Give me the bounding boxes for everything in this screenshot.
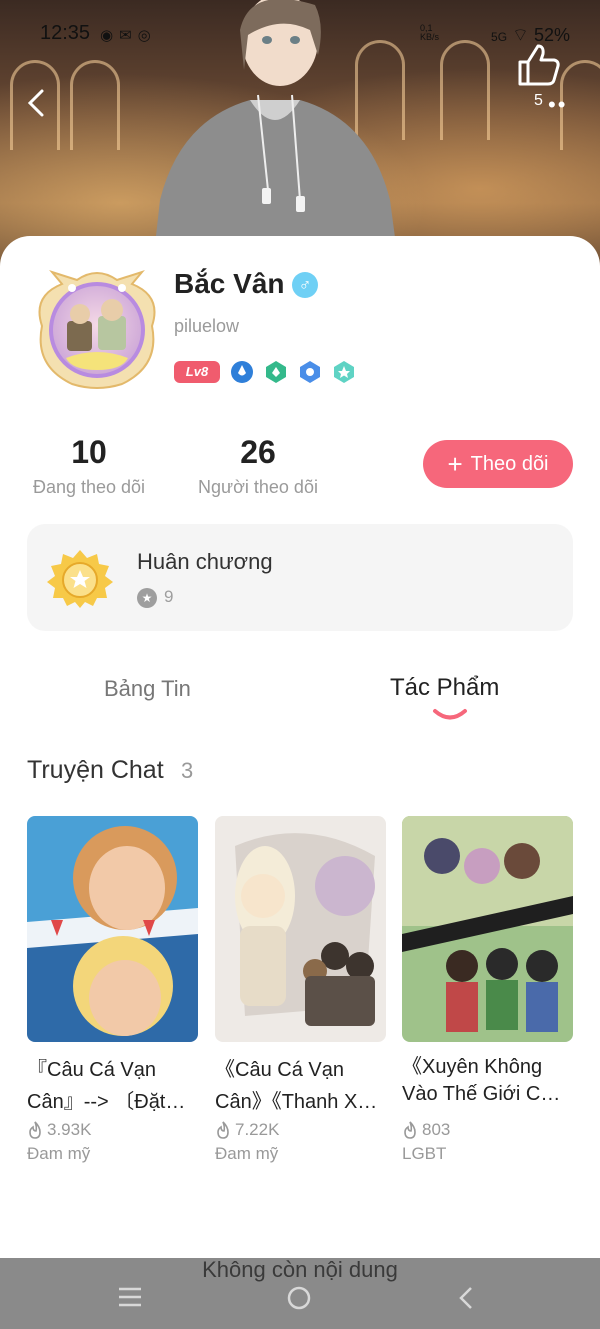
story-view-count: 3.93K (47, 1120, 92, 1139)
story-view-count: 803 (422, 1120, 451, 1139)
profile-name: Bắc Vân (174, 268, 285, 299)
medal-icon (47, 550, 113, 608)
followers-label: Người theo dõi (198, 477, 318, 497)
following-count: 10 (71, 434, 107, 470)
thumbs-up-icon (518, 44, 560, 86)
chevron-left-icon (27, 89, 44, 117)
tab-feed[interactable]: Bảng Tin (104, 676, 191, 702)
story-genre: LGBT (402, 1144, 447, 1163)
male-gender-icon: ♂ (292, 272, 318, 298)
story-title: 《Câu Cá Vạn Cân》《Thanh X… (215, 1059, 378, 1113)
blue-drop-badge-icon[interactable] (230, 360, 254, 384)
active-tab-indicator (433, 709, 467, 720)
avatar[interactable] (32, 266, 162, 392)
system-back-button[interactable] (455, 1286, 485, 1310)
profile-username: piluelow (174, 316, 240, 336)
flame-icon (217, 1121, 229, 1139)
story-views: 7.22K (215, 1120, 386, 1140)
story-cover-image (402, 816, 573, 1042)
avatar-frame (38, 270, 156, 389)
status-bar: 12:35 ◉✉◎ 0,1 KB/s 5G ⌔ 52% (0, 20, 600, 52)
follow-button-label: Theo dõi (470, 452, 549, 475)
story-card[interactable]: 《Câu Cá Vạn Cân》《Thanh X… 7.22K Đam mỹ (215, 816, 386, 1164)
profile-sheet: Bắc Vân ♂ piluelow Lv8 10 Đang theo dõi … (0, 236, 600, 1329)
followers-count: 26 (240, 434, 276, 470)
story-view-count: 7.22K (235, 1120, 280, 1139)
status-time: 12:35 (40, 22, 91, 44)
medals-title: Huân chương (137, 549, 273, 574)
blue-hexagon-badge-icon[interactable] (298, 360, 322, 384)
network-speed: 0,1 KB/s (420, 23, 440, 42)
badge-row: Lv8 (174, 360, 356, 384)
recent-apps-button[interactable] (117, 1286, 147, 1310)
end-of-content-text: Không còn nội dung (202, 1257, 398, 1282)
more-options-icon[interactable]: •• (548, 92, 567, 118)
follow-button[interactable]: + Theo dõi (423, 440, 573, 488)
following-stat[interactable]: 10 Đang theo dõi (22, 434, 156, 498)
following-label: Đang theo dõi (32, 477, 146, 497)
home-circle-icon (287, 1286, 311, 1310)
story-views: 3.93K (27, 1120, 198, 1140)
like-button[interactable] (516, 42, 562, 88)
banner-arch (70, 60, 120, 150)
teal-star-badge-icon[interactable] (332, 360, 356, 384)
story-genre: Đam mỹ (215, 1144, 279, 1163)
followers-stat[interactable]: 26 Người theo dõi (190, 434, 326, 498)
level-badge[interactable]: Lv8 (174, 361, 220, 383)
banner-arch (440, 40, 490, 140)
story-card[interactable]: 『Câu Cá Vạn Cân』--> 〔Đặt Đơ… 3.93K Đam m… (27, 816, 198, 1164)
flame-icon (404, 1121, 416, 1139)
story-title: 《Xuyên Không Vào Thế Giới C… (402, 1056, 561, 1105)
story-cover-image (27, 816, 198, 1042)
signal-label: 5G (491, 30, 508, 44)
story-views: 803 (402, 1120, 573, 1140)
menu-icon (119, 1287, 141, 1307)
like-count: 5 (534, 92, 543, 109)
section-count: 3 (181, 758, 194, 783)
story-genre: Đam mỹ (27, 1144, 91, 1163)
story-card[interactable]: 《Xuyên Không Vào Thế Giới C… 803 LGBT (402, 816, 573, 1164)
medals-count: 9 (164, 587, 174, 606)
flame-icon (29, 1121, 41, 1139)
tab-works[interactable]: Tác Phẩm (390, 674, 499, 702)
story-title: 『Câu Cá Vạn Cân』--> 〔Đặt Đơ… (27, 1059, 166, 1113)
story-cover-image (215, 816, 386, 1042)
green-shield-badge-icon[interactable] (264, 360, 288, 384)
home-button[interactable] (285, 1286, 315, 1310)
notification-icons: ◉✉◎ (100, 27, 157, 44)
plus-icon: + (447, 449, 463, 479)
medals-card[interactable]: Huân chương ★ 9 (27, 524, 573, 631)
chevron-left-icon (459, 1287, 472, 1309)
section-title: Truyện Chat (27, 756, 164, 784)
back-button[interactable] (22, 88, 54, 120)
star-icon: ★ (137, 588, 157, 608)
